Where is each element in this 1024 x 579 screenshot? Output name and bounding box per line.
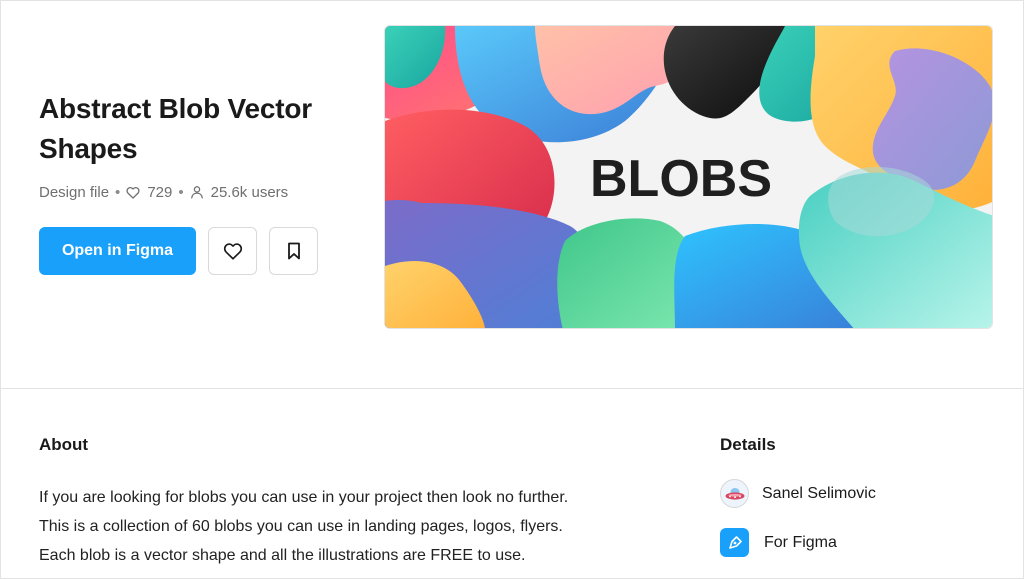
file-title: Abstract Blob Vector Shapes (39, 93, 312, 164)
cover-text: BLOBS (590, 150, 772, 208)
about-line: This is a collection of 60 blobs you can… (39, 518, 563, 535)
file-cover-image[interactable]: BLOBS (384, 25, 993, 329)
file-type: Design file (39, 183, 110, 201)
details-heading: Details (720, 435, 776, 454)
platform-label: For Figma (764, 533, 837, 551)
likes-count: 729 (147, 183, 173, 201)
like-button[interactable] (208, 227, 257, 275)
user-icon (190, 186, 203, 199)
open-in-figma-button[interactable]: Open in Figma (39, 227, 196, 275)
users-count: 25.6k users (210, 183, 289, 201)
pen-tool-icon (720, 528, 749, 557)
author-link[interactable]: Sanel Selimovic (720, 479, 876, 508)
about-line: Each blob is a vector shape and all the … (39, 547, 526, 564)
platform-info: For Figma (720, 528, 837, 557)
file-meta: Design file • 729 • 25.6k users (39, 182, 288, 202)
bookmark-button[interactable] (269, 227, 318, 275)
meta-separator: • (115, 183, 121, 201)
file-hero: Abstract Blob Vector Shapes Design file … (1, 1, 1024, 389)
community-file-page: Abstract Blob Vector Shapes Design file … (0, 0, 1024, 579)
heart-icon (223, 243, 242, 260)
author-name: Sanel Selimovic (762, 484, 876, 502)
bookmark-icon (287, 242, 300, 260)
about-description: If you are looking for blobs you can use… (39, 483, 679, 570)
avatar (720, 479, 749, 508)
blobs-illustration: BLOBS (385, 26, 992, 328)
heart-icon (126, 186, 140, 199)
about-heading: About (39, 435, 89, 454)
ufo-avatar-icon (725, 487, 744, 500)
about-line: If you are looking for blobs you can use… (39, 489, 569, 506)
meta-separator: • (178, 183, 184, 201)
